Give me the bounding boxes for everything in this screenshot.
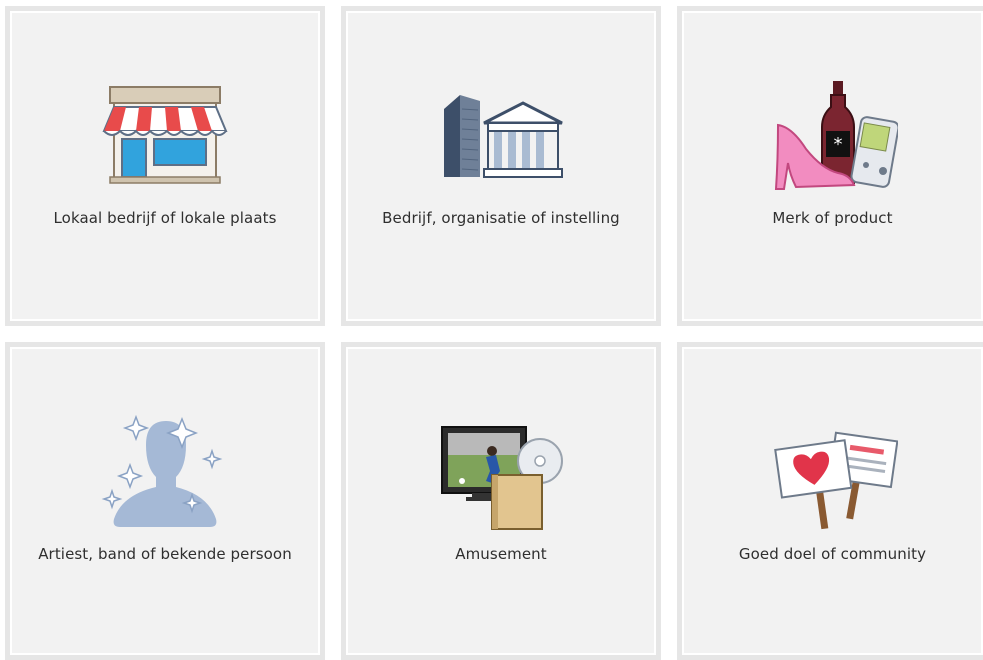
category-tile-brand[interactable]: * Merk of product bbox=[677, 6, 983, 326]
signs-heart-icon bbox=[768, 415, 898, 535]
entertainment-icon bbox=[436, 415, 566, 535]
category-tile-cause[interactable]: Goed doel of community bbox=[677, 342, 983, 660]
category-tile-artist[interactable]: Artiest, band of bekende persoon bbox=[5, 342, 325, 660]
category-label: Artiest, band of bekende persoon bbox=[38, 545, 292, 563]
category-label: Goed doel of community bbox=[738, 545, 927, 563]
page-category-grid: Lokaal bedrijf of lokale plaats Bedrijf,… bbox=[0, 0, 983, 660]
category-label: Amusement bbox=[455, 545, 547, 563]
storefront-icon bbox=[100, 79, 230, 199]
person-silhouette-icon bbox=[100, 415, 230, 535]
category-label: Bedrijf, organisatie of instelling bbox=[382, 209, 620, 227]
category-tile-company[interactable]: Bedrijf, organisatie of instelling bbox=[341, 6, 661, 326]
svg-text:*: * bbox=[833, 134, 842, 155]
category-tile-entertainment[interactable]: Amusement bbox=[341, 342, 661, 660]
buildings-icon bbox=[436, 79, 566, 199]
products-icon: * bbox=[768, 79, 898, 199]
category-label: Lokaal bedrijf of lokale plaats bbox=[53, 209, 277, 227]
category-label: Merk of product bbox=[772, 209, 893, 227]
category-tile-local-business[interactable]: Lokaal bedrijf of lokale plaats bbox=[5, 6, 325, 326]
